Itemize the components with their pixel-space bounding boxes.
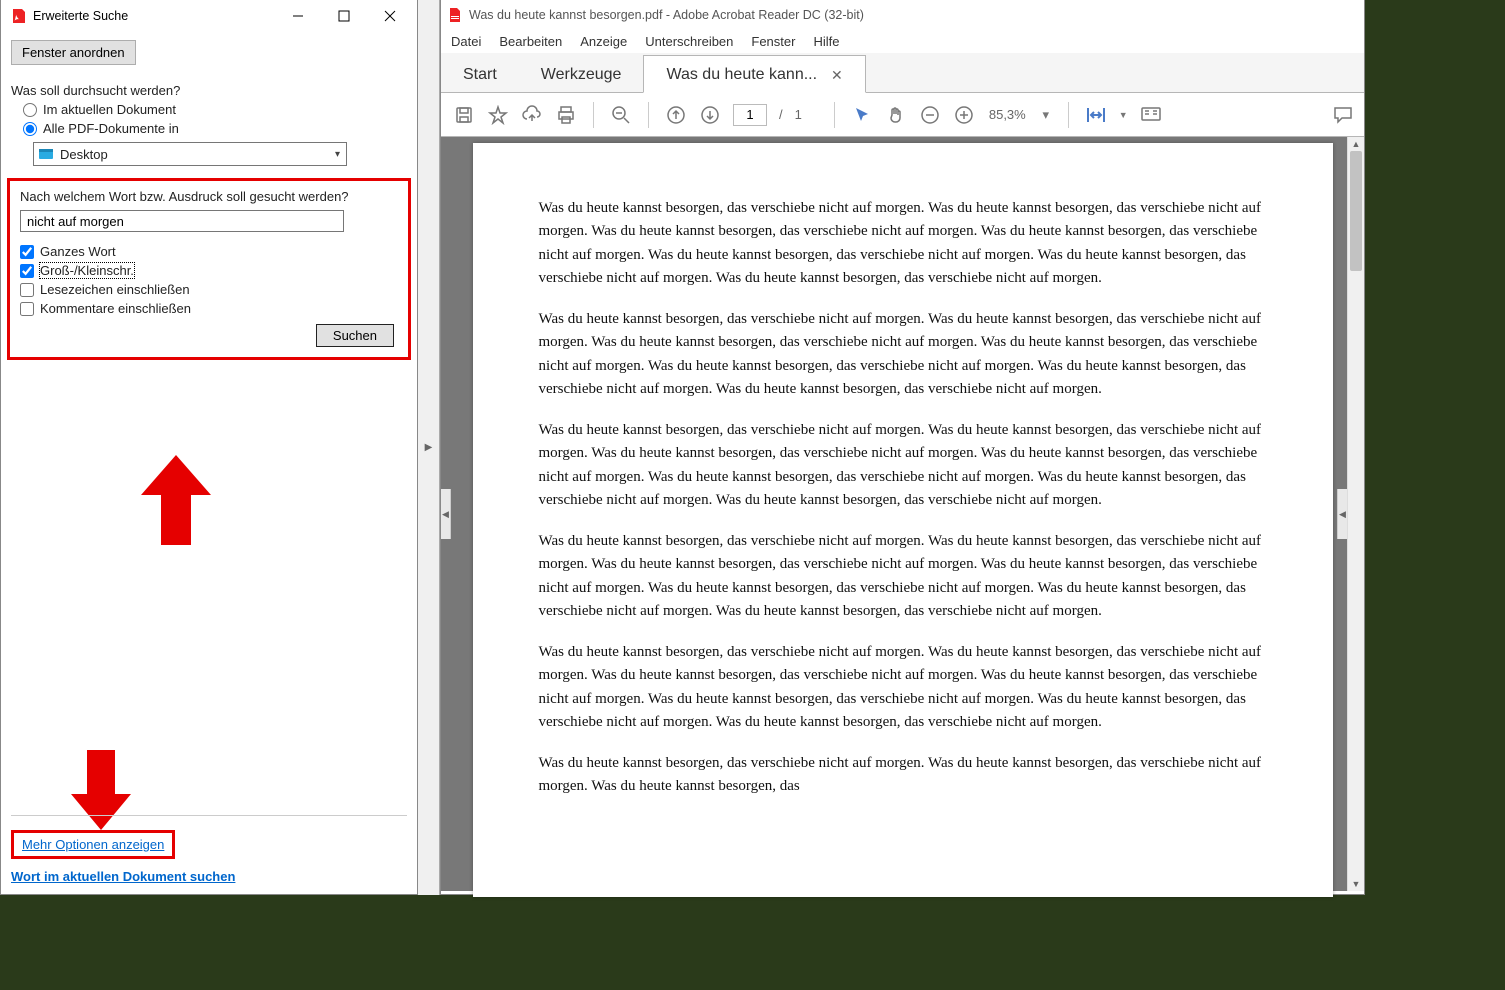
search-footer: Mehr Optionen anzeigen Wort im aktuellen… <box>11 815 407 884</box>
menubar: Datei Bearbeiten Anzeige Unterschreiben … <box>441 30 1364 53</box>
page-total: 1 <box>795 107 802 122</box>
tabbar: Start Werkzeuge Was du heute kann... ✕ <box>441 53 1364 93</box>
cloud-upload-icon[interactable] <box>521 104 543 126</box>
zoom-dropdown-icon[interactable]: ▾ <box>1040 104 1052 126</box>
toolbar-separator <box>593 102 594 128</box>
document-area: ◀ Was du heute kannst besorgen, das vers… <box>441 137 1364 891</box>
toolbar-separator <box>834 102 835 128</box>
annotation-arrow-up <box>141 455 211 545</box>
radio-all-pdf-label: Alle PDF-Dokumente in <box>43 121 179 136</box>
chevron-down-icon: ▾ <box>335 149 340 160</box>
tab-document[interactable]: Was du heute kann... ✕ <box>643 55 865 93</box>
doc-paragraph: Was du heute kannst besorgen, das versch… <box>539 752 1267 799</box>
pdf-file-icon <box>447 7 463 23</box>
panel-expand-handle[interactable]: ▶ <box>418 0 440 895</box>
main-titlebar: Was du heute kannst besorgen.pdf - Adobe… <box>441 0 1364 30</box>
radio-current-doc-label: Im aktuellen Dokument <box>43 102 176 117</box>
checkbox-comments-label: Kommentare einschließen <box>40 301 191 316</box>
minimize-button[interactable] <box>275 1 321 31</box>
search-query-input[interactable] <box>20 210 344 232</box>
acrobat-main-window: Was du heute kannst besorgen.pdf - Adobe… <box>440 0 1365 895</box>
menu-file[interactable]: Datei <box>451 34 481 49</box>
doc-paragraph: Was du heute kannst besorgen, das versch… <box>539 419 1267 512</box>
acrobat-icon <box>11 8 27 24</box>
query-label: Nach welchem Wort bzw. Ausdruck soll ges… <box>20 189 398 204</box>
doc-paragraph: Was du heute kannst besorgen, das versch… <box>539 308 1267 401</box>
radio-all-pdf-input[interactable] <box>23 122 37 136</box>
checkbox-comments[interactable]: Kommentare einschließen <box>20 301 398 316</box>
chevron-down-icon[interactable]: ▼ <box>1119 110 1128 120</box>
chevron-right-icon: ▶ <box>425 442 433 453</box>
search-titlebar: Erweiterte Suche <box>1 0 417 32</box>
toolbar-separator <box>648 102 649 128</box>
zoom-in-icon[interactable] <box>953 104 975 126</box>
search-button[interactable]: Suchen <box>316 324 394 347</box>
toolbar: / 1 85,3% ▾ ▼ <box>441 93 1364 137</box>
page-number-input[interactable] <box>733 104 767 126</box>
checkbox-whole-word[interactable]: Ganzes Wort <box>20 244 398 259</box>
star-icon[interactable] <box>487 104 509 126</box>
scope-label: Was soll durchsucht werden? <box>11 83 407 98</box>
checkbox-whole-word-input[interactable] <box>20 245 34 259</box>
checkbox-bookmarks-label: Lesezeichen einschließen <box>40 282 190 297</box>
checkbox-bookmarks[interactable]: Lesezeichen einschließen <box>20 282 398 297</box>
print-icon[interactable] <box>555 104 577 126</box>
zoom-out-magnify-icon[interactable] <box>610 104 632 126</box>
save-icon[interactable] <box>453 104 475 126</box>
menu-view[interactable]: Anzeige <box>580 34 627 49</box>
radio-current-doc[interactable]: Im aktuellen Dokument <box>23 102 407 117</box>
arrange-windows-button[interactable]: Fenster anordnen <box>11 40 136 65</box>
menu-help[interactable]: Hilfe <box>813 34 839 49</box>
comment-icon[interactable] <box>1332 104 1354 126</box>
menu-edit[interactable]: Bearbeiten <box>499 34 562 49</box>
checkbox-case-input[interactable] <box>20 264 34 278</box>
folder-dropdown-value: Desktop <box>60 147 108 162</box>
tab-close-icon[interactable]: ✕ <box>831 67 843 84</box>
search-title: Erweiterte Suche <box>33 9 275 23</box>
hand-tool-icon[interactable] <box>885 104 907 126</box>
advanced-search-window: Erweiterte Suche Fenster anordnen Was so… <box>0 0 418 895</box>
fit-width-icon[interactable] <box>1085 104 1107 126</box>
page-up-icon[interactable] <box>665 104 687 126</box>
menu-sign[interactable]: Unterschreiben <box>645 34 733 49</box>
close-button[interactable] <box>367 1 413 31</box>
menu-window[interactable]: Fenster <box>751 34 795 49</box>
checkbox-whole-word-label: Ganzes Wort <box>40 244 116 259</box>
select-tool-icon[interactable] <box>851 104 873 126</box>
doc-paragraph: Was du heute kannst besorgen, das versch… <box>539 530 1267 623</box>
more-options-link[interactable]: Mehr Optionen anzeigen <box>22 837 164 852</box>
toolbar-separator <box>1068 102 1069 128</box>
maximize-button[interactable] <box>321 1 367 31</box>
scroll-down-icon[interactable]: ▼ <box>1348 877 1364 891</box>
radio-all-pdf[interactable]: Alle PDF-Dokumente in <box>23 121 407 136</box>
tab-tools[interactable]: Werkzeuge <box>519 56 644 92</box>
highlight-box-more-options: Mehr Optionen anzeigen <box>11 830 175 859</box>
checkbox-case-label: Groß-/Kleinschr. <box>40 263 134 278</box>
desktop-folder-icon <box>38 146 54 162</box>
folder-dropdown[interactable]: Desktop ▾ <box>33 142 347 166</box>
doc-paragraph: Was du heute kannst besorgen, das versch… <box>539 641 1267 734</box>
scroll-up-icon[interactable]: ▲ <box>1348 137 1364 151</box>
find-in-doc-link[interactable]: Wort im aktuellen Dokument suchen <box>11 869 235 884</box>
page-separator: / <box>779 107 783 122</box>
left-panel-handle[interactable]: ◀ <box>441 489 451 539</box>
zoom-out-icon[interactable] <box>919 104 941 126</box>
tab-start[interactable]: Start <box>441 56 519 92</box>
checkbox-comments-input[interactable] <box>20 302 34 316</box>
checkbox-bookmarks-input[interactable] <box>20 283 34 297</box>
read-mode-icon[interactable] <box>1140 104 1162 126</box>
main-title: Was du heute kannst besorgen.pdf - Adobe… <box>469 8 864 22</box>
radio-current-doc-input[interactable] <box>23 103 37 117</box>
tab-document-label: Was du heute kann... <box>666 66 817 84</box>
zoom-value: 85,3% <box>989 107 1026 122</box>
page-down-icon[interactable] <box>699 104 721 126</box>
highlight-box-query: Nach welchem Wort bzw. Ausdruck soll ges… <box>7 178 411 360</box>
scrollbar-thumb[interactable] <box>1350 151 1362 271</box>
checkbox-case[interactable]: Groß-/Kleinschr. <box>20 263 398 278</box>
pdf-page: Was du heute kannst besorgen, das versch… <box>473 143 1333 897</box>
right-panel-handle[interactable]: ◀ <box>1337 489 1347 539</box>
vertical-scrollbar[interactable]: ▲ ▼ <box>1347 137 1364 891</box>
doc-paragraph: Was du heute kannst besorgen, das versch… <box>539 197 1267 290</box>
